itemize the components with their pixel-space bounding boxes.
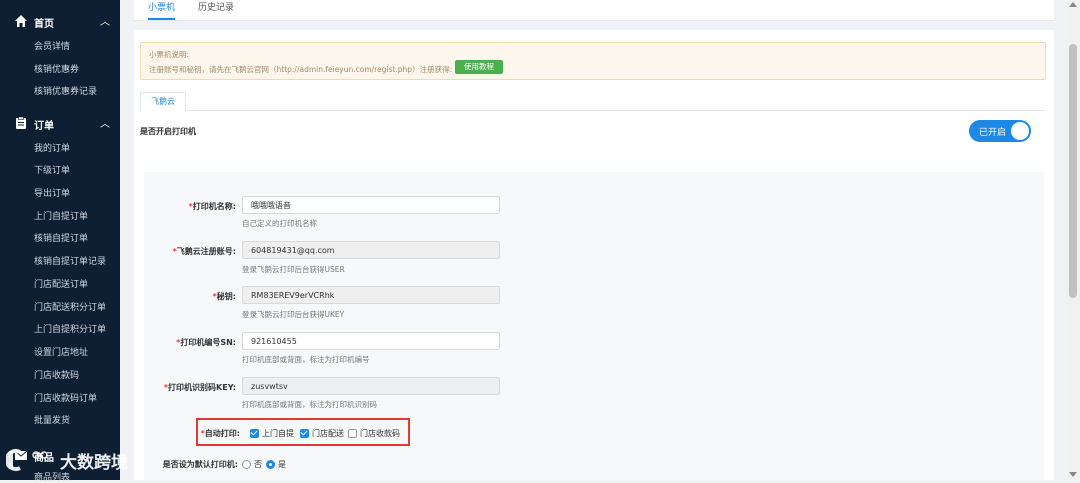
sidebar-item-member-detail[interactable]: 会员详情 xyxy=(34,39,70,52)
checkbox-store-delivery[interactable] xyxy=(300,429,309,438)
sn-label: *打印机编号SN: xyxy=(176,338,236,347)
checkbox-store-qrcode[interactable] xyxy=(348,429,357,438)
tab-receipt-printer[interactable]: 小票机 xyxy=(148,0,176,20)
clipboard-icon xyxy=(16,116,26,129)
auto-print-label: *自动打印: xyxy=(200,429,240,438)
auto-print-highlight: *自动打印: 上门自提 门店配送 门店收款码 xyxy=(196,418,410,446)
account-help: 登录飞鹅云打印后台获得USER xyxy=(242,265,345,274)
sub-tab-bar: 飞鹅云 xyxy=(140,92,1044,112)
account-input[interactable]: 604819431@qq.com xyxy=(242,241,500,259)
notice-box: 小票机说明: 注册账号和秘钥，请先在飞鹅云官网（http://admin.fei… xyxy=(140,42,1046,80)
scroll-down-arrow-icon[interactable] xyxy=(1069,472,1077,477)
key-help: 打印机底部或背面，标注为打印机识别码 xyxy=(242,400,377,409)
sidebar-group-label: 订单 xyxy=(34,121,54,132)
sidebar-item-my-orders[interactable]: 我的订单 xyxy=(34,141,70,154)
sidebar-item-verify-pickup[interactable]: 核销自提订单 xyxy=(34,231,88,244)
tutorial-button[interactable]: 使用教程 xyxy=(455,60,503,74)
radio-default-yes-label: 是 xyxy=(278,460,286,469)
default-printer-label: 是否设为默认打印机: xyxy=(162,460,238,469)
tab-feieyun[interactable]: 飞鹅云 xyxy=(140,92,186,112)
tab-history[interactable]: 历史记录 xyxy=(198,0,234,18)
radio-default-no-label: 否 xyxy=(254,460,262,469)
sidebar-item-verify-coupon-log[interactable]: 核销优惠券记录 xyxy=(34,84,97,97)
radio-default-yes[interactable] xyxy=(266,460,275,469)
top-tab-bar: 小票机 历史记录 xyxy=(134,0,1054,21)
content-card: 小票机说明: 注册账号和秘钥，请先在飞鹅云官网（http://admin.fei… xyxy=(134,30,1054,480)
toggle-knob xyxy=(1011,122,1029,140)
chevron-up-icon: ︿ xyxy=(100,119,110,130)
printer-name-label: *打印机名称: xyxy=(188,202,236,211)
radio-default-no[interactable] xyxy=(242,460,251,469)
sidebar-item-verify-coupon[interactable]: 核销优惠券 xyxy=(34,62,79,75)
sidebar-group-orders[interactable]: 订单 ︿ xyxy=(0,112,120,134)
key-label: *打印机识别码KEY: xyxy=(163,383,236,392)
sn-help: 打印机底部或背面，标注为打印机编号 xyxy=(242,355,370,364)
secret-input[interactable]: RM83EREV9erVCRhk xyxy=(242,286,500,304)
enable-printer-toggle[interactable]: 已开启 xyxy=(969,120,1031,142)
sidebar-item-store-qrcode-orders[interactable]: 门店收款码订单 xyxy=(34,391,97,404)
secret-help: 登录飞鹅云打印后台获得UKEY xyxy=(242,310,345,319)
sidebar-group-home[interactable]: 首页 ︿ xyxy=(0,10,120,32)
watermark-logo-icon xyxy=(4,449,48,471)
notice-text: 注册账号和秘钥，请先在飞鹅云官网（http://admin.feieyun.co… xyxy=(149,65,453,74)
checkbox-pickup-label: 上门自提 xyxy=(262,429,294,438)
secret-label: *秘钥: xyxy=(212,292,236,301)
sidebar-item-sub-orders[interactable]: 下级订单 xyxy=(34,163,70,176)
sidebar-item-pickup-points[interactable]: 上门自提积分订单 xyxy=(34,322,106,335)
printer-name-input[interactable]: 哦哦哦语音 xyxy=(242,196,500,214)
sidebar-item-verify-pickup-log[interactable]: 核销自提订单记录 xyxy=(34,254,106,267)
sidebar-item-store-qrcode[interactable]: 门店收款码 xyxy=(34,368,79,381)
checkbox-store-delivery-label: 门店配送 xyxy=(312,429,344,438)
chevron-up-icon: ︿ xyxy=(100,17,110,28)
sidebar-item-export-orders[interactable]: 导出订单 xyxy=(34,186,70,199)
main-content: 小票机 历史记录 小票机说明: 注册账号和秘钥，请先在飞鹅云官网（http://… xyxy=(120,0,1066,480)
watermark: 大数跨境 xyxy=(4,446,128,474)
enable-printer-label: 是否开启打印机 xyxy=(140,127,196,136)
home-icon xyxy=(15,15,27,27)
sidebar-item-store-delivery[interactable]: 门店配送订单 xyxy=(34,277,88,290)
toggle-text: 已开启 xyxy=(979,128,1007,138)
notice-title: 小票机说明: xyxy=(149,50,190,59)
checkbox-pickup[interactable] xyxy=(250,429,259,438)
account-label: *飞鹅云注册账号: xyxy=(172,247,236,256)
printer-form: *打印机名称: 哦哦哦语音 自己定义的打印机名称 *飞鹅云注册账号: 60481… xyxy=(144,172,1044,480)
scrollbar-thumb[interactable] xyxy=(1069,44,1077,298)
sidebar-item-pickup-orders[interactable]: 上门自提订单 xyxy=(34,209,88,222)
sidebar-group-label: 首页 xyxy=(34,19,54,30)
page-scrollbar[interactable] xyxy=(1066,0,1080,480)
watermark-text: 大数跨境 xyxy=(60,453,128,473)
printer-name-help: 自己定义的打印机名称 xyxy=(242,219,317,228)
scroll-up-arrow-icon[interactable] xyxy=(1069,2,1077,7)
sidebar-item-store-address[interactable]: 设置门店地址 xyxy=(34,345,88,358)
sn-input[interactable]: 921610455 xyxy=(242,332,500,350)
key-input[interactable]: zusvwtsv xyxy=(242,377,500,395)
sidebar-item-store-delivery-points[interactable]: 门店配送积分订单 xyxy=(34,300,106,313)
sidebar-item-batch-ship[interactable]: 批量发货 xyxy=(34,413,70,426)
checkbox-store-qrcode-label: 门店收款码 xyxy=(360,429,400,438)
sidebar: 首页 ︿ 会员详情 核销优惠券 核销优惠券记录 订单 ︿ 我的订单 下级订单 导… xyxy=(0,0,120,483)
